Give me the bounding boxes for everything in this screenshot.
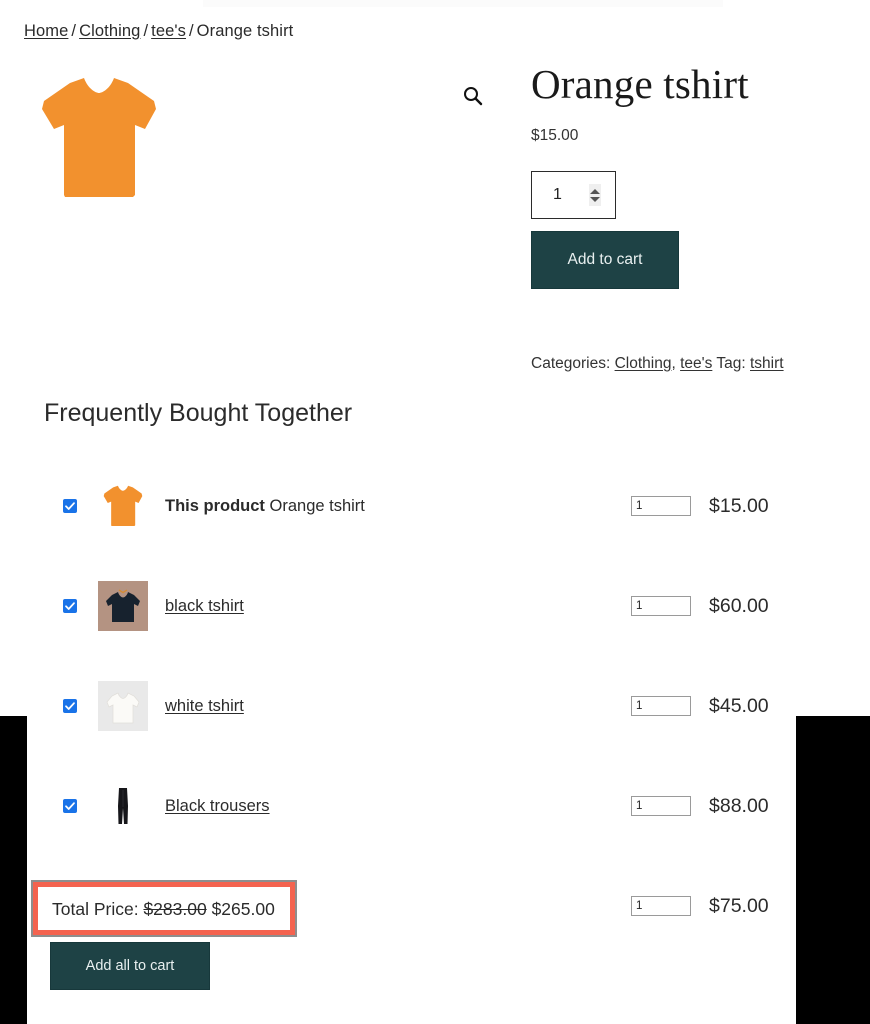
- categories-label: Categories:: [531, 355, 611, 372]
- fbt-checkbox-1[interactable]: [63, 599, 77, 613]
- black-trousers-icon: [98, 781, 148, 831]
- breadcrumb: Home / Clothing / tee's / Orange tshirt: [24, 20, 293, 42]
- total-price-text: Total Price: $283.00 $265.00: [38, 898, 275, 920]
- breadcrumb-item-clothing[interactable]: Clothing: [79, 22, 140, 40]
- product-main-image[interactable]: [40, 73, 158, 208]
- total-price-discounted: $265.00: [211, 898, 275, 919]
- chevron-up-icon[interactable]: [590, 188, 600, 194]
- table-row: black tshirt $60.00: [0, 556, 870, 656]
- breadcrumb-separator: /: [143, 22, 149, 40]
- fbt-checkbox-3[interactable]: [63, 799, 77, 813]
- fbt-item-name-2[interactable]: white tshirt: [165, 697, 244, 715]
- fbt-item-price-0: $15.00: [709, 495, 769, 517]
- fbt-item-name-1[interactable]: black tshirt: [165, 597, 244, 615]
- fbt-checkbox-0[interactable]: [63, 499, 77, 513]
- quantity-value[interactable]: 1: [532, 186, 562, 204]
- table-row: white tshirt $45.00: [0, 656, 870, 756]
- fbt-thumbnail-2[interactable]: [98, 681, 148, 731]
- add-to-cart-button[interactable]: Add to cart: [531, 231, 679, 289]
- fbt-qty-input-2[interactable]: [631, 696, 691, 716]
- breadcrumb-separator: /: [71, 22, 77, 40]
- tag-label: Tag:: [716, 355, 746, 372]
- total-price-label: Total Price:: [52, 898, 139, 919]
- fbt-qty-input-0[interactable]: [631, 496, 691, 516]
- white-tshirt-icon: [98, 681, 148, 731]
- fbt-item-price-1: $60.00: [709, 595, 769, 617]
- orange-tshirt-image: [42, 78, 156, 197]
- fbt-thumbnail-1[interactable]: [98, 581, 148, 631]
- chevron-down-icon[interactable]: [590, 196, 600, 202]
- category-link-tees[interactable]: tee's: [680, 355, 712, 372]
- fbt-thumbnail-0[interactable]: [98, 481, 148, 531]
- quantity-spinner[interactable]: [589, 184, 601, 206]
- orange-tshirt-icon: [103, 485, 143, 526]
- fbt-item-price-4: $75.00: [709, 895, 769, 917]
- table-row: Black trousers $88.00: [0, 756, 870, 856]
- breadcrumb-item-home[interactable]: Home: [24, 22, 68, 40]
- total-price-original: $283.00: [143, 898, 207, 919]
- fbt-qty-input-1[interactable]: [631, 596, 691, 616]
- fbt-qty-input-3[interactable]: [631, 796, 691, 816]
- quantity-stepper[interactable]: 1: [531, 171, 616, 219]
- fbt-item-label-0: This product Orange tshirt: [165, 495, 365, 517]
- fbt-item-price-2: $45.00: [709, 695, 769, 717]
- page-title: Orange tshirt: [531, 61, 749, 107]
- right-overlay-band: [796, 716, 870, 1024]
- product-meta: Categories: Clothing, tee's Tag: tshirt: [531, 353, 851, 375]
- top-page-band: [203, 0, 723, 7]
- fbt-item-label-3: Black trousers: [165, 795, 270, 817]
- tag-link-tshirt[interactable]: tshirt: [750, 355, 784, 372]
- checkmark-icon: [65, 702, 75, 710]
- black-tshirt-icon: [98, 581, 148, 631]
- breadcrumb-separator: /: [188, 22, 194, 40]
- fbt-item-name-0: Orange tshirt: [269, 497, 365, 515]
- fbt-product-list: This product Orange tshirt $15.00: [0, 456, 870, 956]
- fbt-item-price-3: $88.00: [709, 795, 769, 817]
- product-gallery: [24, 58, 504, 358]
- product-summary: Orange tshirt $15.00 1 Add to cart Categ…: [531, 58, 851, 375]
- fbt-item-name-3[interactable]: Black trousers: [165, 797, 270, 815]
- category-link-clothing[interactable]: Clothing: [615, 355, 672, 372]
- add-all-to-cart-button[interactable]: Add all to cart: [50, 942, 210, 990]
- left-overlay-band: [0, 716, 27, 1024]
- checkmark-icon: [65, 602, 75, 610]
- checkmark-icon: [65, 802, 75, 810]
- fbt-heading: Frequently Bought Together: [44, 399, 353, 427]
- total-price-box: Total Price: $283.00 $265.00: [31, 880, 297, 937]
- fbt-item-label-2: white tshirt: [165, 695, 244, 717]
- checkmark-icon: [65, 502, 75, 510]
- fbt-checkbox-2[interactable]: [63, 699, 77, 713]
- fbt-item-label-1: black tshirt: [165, 595, 244, 617]
- table-row: This product Orange tshirt $15.00: [0, 456, 870, 556]
- fbt-this-product-tag: This product: [165, 497, 265, 515]
- product-price: $15.00: [531, 127, 579, 144]
- fbt-thumbnail-3[interactable]: [98, 781, 148, 831]
- breadcrumb-item-current: Orange tshirt: [196, 22, 294, 40]
- breadcrumb-item-tees[interactable]: tee's: [151, 22, 186, 40]
- category-separator: ,: [671, 355, 676, 372]
- fbt-qty-input-4[interactable]: [631, 896, 691, 916]
- search-icon[interactable]: [460, 83, 486, 109]
